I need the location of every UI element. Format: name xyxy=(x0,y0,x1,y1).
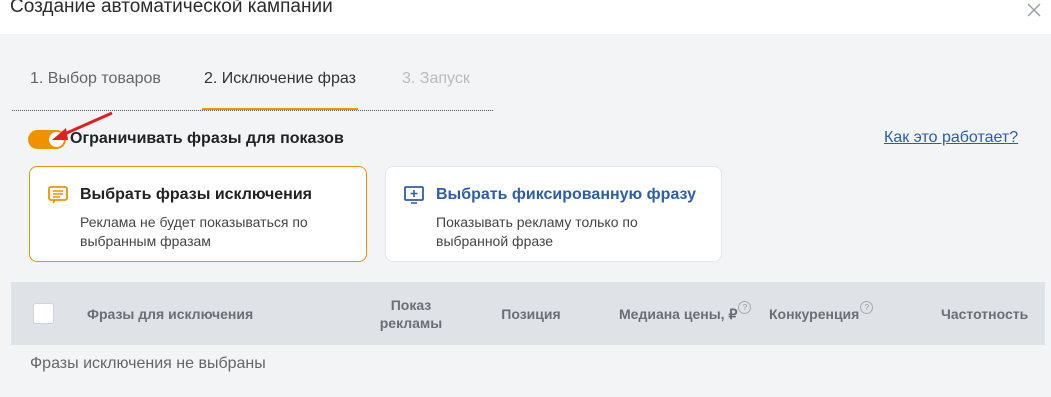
card-title: Выбрать фиксированную фразу xyxy=(436,186,696,203)
how-it-works-link[interactable]: Как это работает? xyxy=(884,129,1018,147)
column-header-phrases[interactable]: Фразы для исключения xyxy=(87,306,253,322)
column-header-frequency[interactable]: Частотность xyxy=(941,306,1028,322)
red-arrow-annotation xyxy=(52,111,113,140)
tab-launch[interactable]: 3. Запуск xyxy=(402,70,470,109)
card-title: Выбрать фразы исключения xyxy=(80,186,312,203)
select-all-checkbox[interactable] xyxy=(33,303,54,324)
dialog-title: Создание автоматической кампании xyxy=(10,0,333,17)
list-icon xyxy=(48,186,68,204)
close-icon[interactable] xyxy=(1024,0,1044,20)
empty-state-text: Фразы исключения не выбраны xyxy=(30,355,266,372)
column-header-median-price[interactable]: Медиана цены, ₽? xyxy=(619,301,752,323)
card-description: Реклама не будет показываться по выбранн… xyxy=(80,214,308,249)
dialog-header: Создание автоматической кампании xyxy=(0,0,1051,34)
card-fixed-phrase[interactable]: Выбрать фиксированную фразу Показывать р… xyxy=(385,166,722,262)
card-description: Показывать рекламу только по выбранной ф… xyxy=(436,214,638,249)
column-header-ad-display[interactable]: Показ рекламы xyxy=(369,296,453,332)
tab-exclude-phrases[interactable]: 2. Исключение фраз xyxy=(202,70,358,110)
column-header-position[interactable]: Позиция xyxy=(491,306,571,322)
column-header-competition[interactable]: Конкуренция? xyxy=(769,301,874,322)
table-header: Фразы для исключения Показ рекламы Позиц… xyxy=(11,282,1045,345)
card-exclude-phrases[interactable]: Выбрать фразы исключения Реклама не буде… xyxy=(29,166,367,262)
tab-select-products[interactable]: 1. Выбор товаров xyxy=(30,70,161,109)
stepper-tabs: 1. Выбор товаров 2. Исключение фраз 3. З… xyxy=(12,70,493,111)
help-icon[interactable]: ? xyxy=(860,301,874,314)
help-icon[interactable]: ? xyxy=(738,301,752,314)
monitor-plus-icon xyxy=(404,186,424,204)
